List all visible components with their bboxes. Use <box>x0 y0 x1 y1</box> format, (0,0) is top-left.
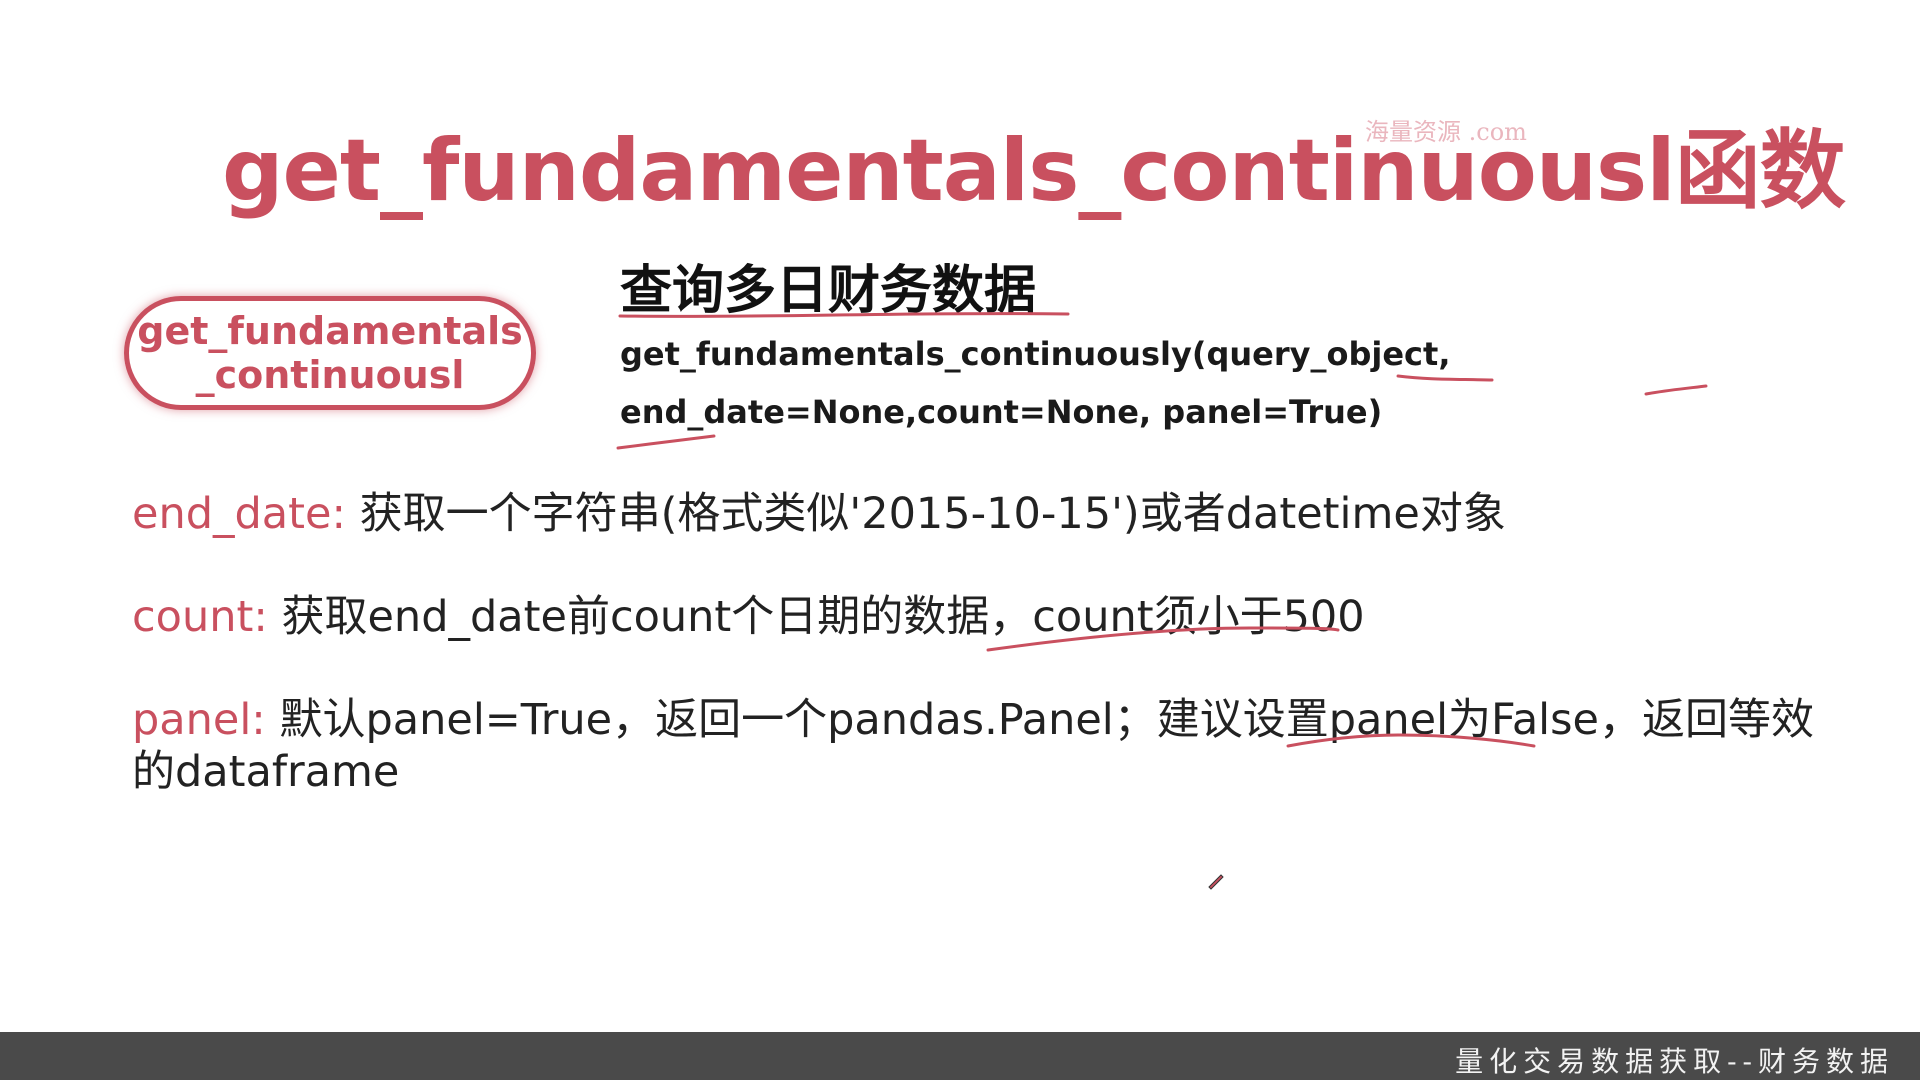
footer-caption: 量化交易数据获取--财务数据 <box>1455 1045 1894 1078</box>
badge-line-1: get_fundamentals <box>137 309 523 353</box>
param-desc: 获取end_date前count个日期的数据，count须小于500 <box>267 592 1365 642</box>
function-signature: get_fundamentals_continuously(query_obje… <box>620 335 1451 431</box>
slide-title: get_fundamentals_continuousl函数 <box>222 121 1846 221</box>
param-desc: 默认panel=True，返回一个pandas.Panel；建议设置panel为… <box>132 695 1814 797</box>
param-end-date: end_date: 获取一个字符串(格式类似'2015-10-15')或者dat… <box>132 488 1732 540</box>
param-key: panel: <box>132 695 266 745</box>
pen-cursor-icon <box>1208 874 1224 890</box>
param-key: end_date: <box>132 489 346 539</box>
param-count: count: 获取end_date前count个日期的数据，count须小于50… <box>132 591 1732 643</box>
param-desc: 获取一个字符串(格式类似'2015-10-15')或者datetime对象 <box>345 489 1506 539</box>
function-name-badge: get_fundamentals _continuousl <box>124 296 536 410</box>
watermark: 海量资源 .com <box>1365 118 1527 146</box>
param-key: count: <box>132 592 268 642</box>
section-heading: 查询多日财务数据 <box>620 261 1037 321</box>
badge-line-2: _continuousl <box>195 353 465 397</box>
param-panel: panel: 默认panel=True，返回一个pandas.Panel；建议设… <box>132 694 1832 798</box>
footer-bar: 量化交易数据获取--财务数据 <box>0 1032 1920 1080</box>
